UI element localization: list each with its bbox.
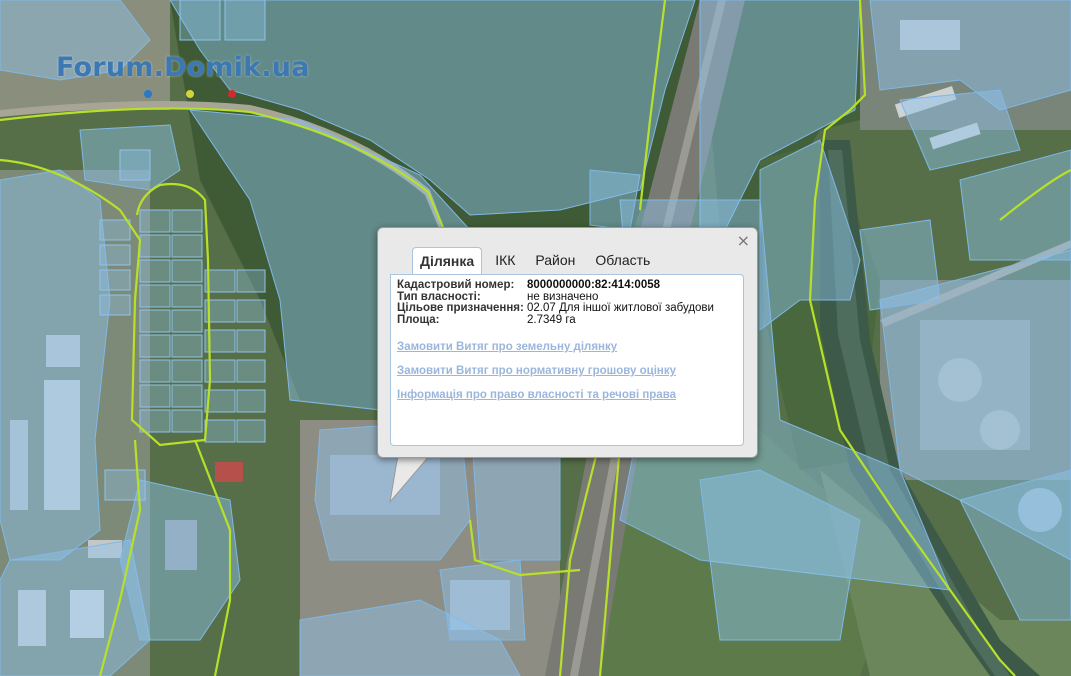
ownership-rights-info-link[interactable]: Інформація про право власності та речові… [397,389,676,401]
field-row-purpose: Цільове призначення: 02.07 Для іншої жит… [397,302,714,315]
tab-district[interactable]: Район [528,247,582,273]
order-parcel-extract-link[interactable]: Замовити Витяг про земельну ділянку [397,341,617,353]
cadastral-number-value: 8000000000:82:414:0058 [527,279,661,291]
order-valuation-extract-link[interactable]: Замовити Витяг про нормативну грошову оц… [397,365,676,377]
field-label: Площа: [397,313,440,326]
parcel-info-panel: Кадастровий номер: 8000000000:82:414:005… [390,274,744,446]
parcel-info-popup: × Ділянка ІКК Район Область Кадастровий … [377,227,758,458]
watermark-logo: Forum.Domik.ua [56,52,310,83]
popup-tabs: Ділянка ІКК Район Область [412,247,663,276]
purpose-value: 02.07 Для іншої житлової забудови [527,302,714,314]
field-label: Цільове призначення: [397,302,524,314]
parcel-fields: Кадастровий номер: 8000000000:82:414:005… [397,279,714,327]
field-row-area: Площа: 2.7349 га [397,313,714,327]
tab-parcel[interactable]: Ділянка [412,247,483,276]
close-icon[interactable]: × [737,231,750,250]
tab-region[interactable]: Область [588,247,657,273]
tab-ikk[interactable]: ІКК [488,247,522,273]
popup-pointer [389,455,431,504]
field-label: Кадастровий номер: [397,279,515,291]
area-value: 2.7349 га [527,313,576,326]
field-row-cadastral-number: Кадастровий номер: 8000000000:82:414:005… [397,279,714,292]
